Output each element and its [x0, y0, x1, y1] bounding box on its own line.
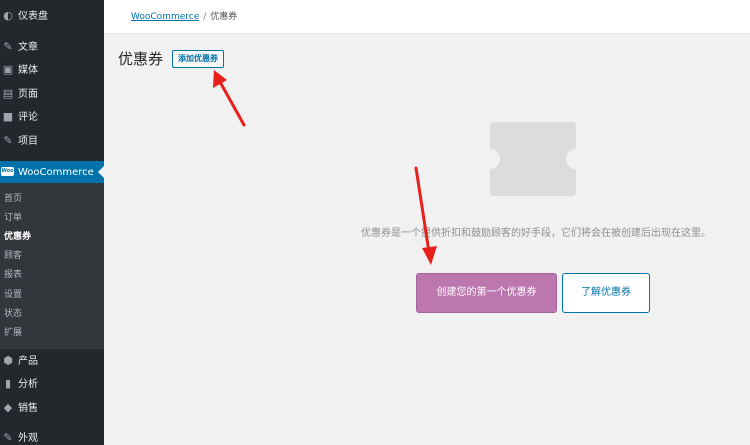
submenu-item-extensions[interactable]: 扩展 — [4, 327, 22, 339]
page-title: 优惠券 — [118, 50, 164, 68]
media-icon: ▣ — [2, 63, 14, 76]
pin-icon: ✎ — [3, 40, 13, 53]
sidebar-item-analytics[interactable]: ▮ 分析 — [0, 374, 104, 396]
comment-icon: ■ — [2, 110, 14, 123]
sidebar-item-dashboard[interactable]: ◐ 仪表盘 — [0, 6, 104, 28]
dashboard-icon: ◐ — [3, 9, 13, 22]
admin-sidebar: ◐ 仪表盘 ✎ 文章 ▣ 媒体 ▤ 页面 ■ 评论 ✎ 项目 Woo WooCo… — [0, 0, 104, 445]
sidebar-item-label: 文章 — [18, 42, 38, 53]
submenu-item-coupons[interactable]: 优惠券 — [4, 231, 31, 243]
add-coupon-button[interactable]: 添加优惠券 — [172, 50, 224, 68]
sidebar-item-label: WooCommerce — [18, 167, 94, 178]
sidebar-item-projects[interactable]: ✎ 项目 — [0, 131, 104, 153]
sidebar-item-label: 页面 — [18, 89, 38, 100]
sidebar-item-label: 分析 — [18, 379, 38, 390]
sidebar-item-label: 外观 — [18, 433, 38, 444]
create-first-coupon-button[interactable]: 创建您的第一个优惠券 — [416, 273, 557, 313]
submenu-item-home[interactable]: 首页 — [4, 193, 22, 205]
sidebar-item-label: 销售 — [18, 403, 38, 414]
annotation-arrows — [213, 70, 437, 265]
annotation-arrow-create-coupon — [414, 166, 437, 265]
sidebar-item-label: 产品 — [18, 356, 38, 367]
coupon-icon — [490, 122, 576, 196]
page-icon: ▤ — [2, 87, 14, 100]
submenu-item-reports[interactable]: 报表 — [4, 269, 22, 281]
learn-about-coupons-button[interactable]: 了解优惠券 — [562, 273, 650, 313]
submenu-item-status[interactable]: 状态 — [4, 308, 22, 320]
sidebar-item-comments[interactable]: ■ 评论 — [0, 107, 104, 129]
bar-chart-icon: ▮ — [4, 377, 12, 390]
submenu-item-orders[interactable]: 订单 — [4, 212, 22, 224]
sidebar-item-label: 评论 — [18, 112, 38, 123]
sidebar-item-posts[interactable]: ✎ 文章 — [0, 37, 104, 59]
active-pointer — [98, 166, 104, 178]
pin-icon: ✎ — [3, 134, 13, 147]
submenu-item-customers[interactable]: 顾客 — [4, 250, 22, 262]
sidebar-item-label: 仪表盘 — [18, 11, 48, 22]
breadcrumb-link-woocommerce[interactable]: WooCommerce — [131, 12, 199, 22]
sidebar-item-appearance[interactable]: ✎ 外观 — [0, 428, 104, 445]
breadcrumb-current: 优惠券 — [210, 12, 238, 22]
sidebar-item-products[interactable]: ⬢ 产品 — [0, 351, 104, 373]
sidebar-item-marketing[interactable]: ◆ 销售 — [0, 398, 104, 420]
woocommerce-icon: Woo — [1, 167, 14, 176]
empty-state-message: 优惠券是一个提供折扣和鼓励顾客的好手段，它们将会在被创建后出现在这里。 — [361, 228, 711, 239]
annotation-arrow-add-coupon — [213, 70, 246, 127]
breadcrumb: WooCommerce / 优惠券 — [131, 11, 237, 23]
submenu-item-settings[interactable]: 设置 — [4, 289, 22, 301]
sidebar-item-label: 媒体 — [18, 65, 38, 76]
sidebar-item-woocommerce[interactable]: Woo WooCommerce — [0, 161, 104, 183]
breadcrumb-separator: / — [203, 12, 207, 22]
top-bar: WooCommerce / 优惠券 — [104, 0, 750, 34]
sidebar-item-media[interactable]: ▣ 媒体 — [0, 60, 104, 82]
woocommerce-submenu: 首页 订单 优惠券 顾客 报表 设置 状态 扩展 — [0, 183, 104, 349]
sidebar-item-label: 项目 — [18, 136, 38, 147]
megaphone-icon: ◆ — [3, 401, 13, 414]
brush-icon: ✎ — [3, 431, 13, 444]
sidebar-item-pages[interactable]: ▤ 页面 — [0, 84, 104, 106]
box-icon: ⬢ — [3, 354, 13, 367]
